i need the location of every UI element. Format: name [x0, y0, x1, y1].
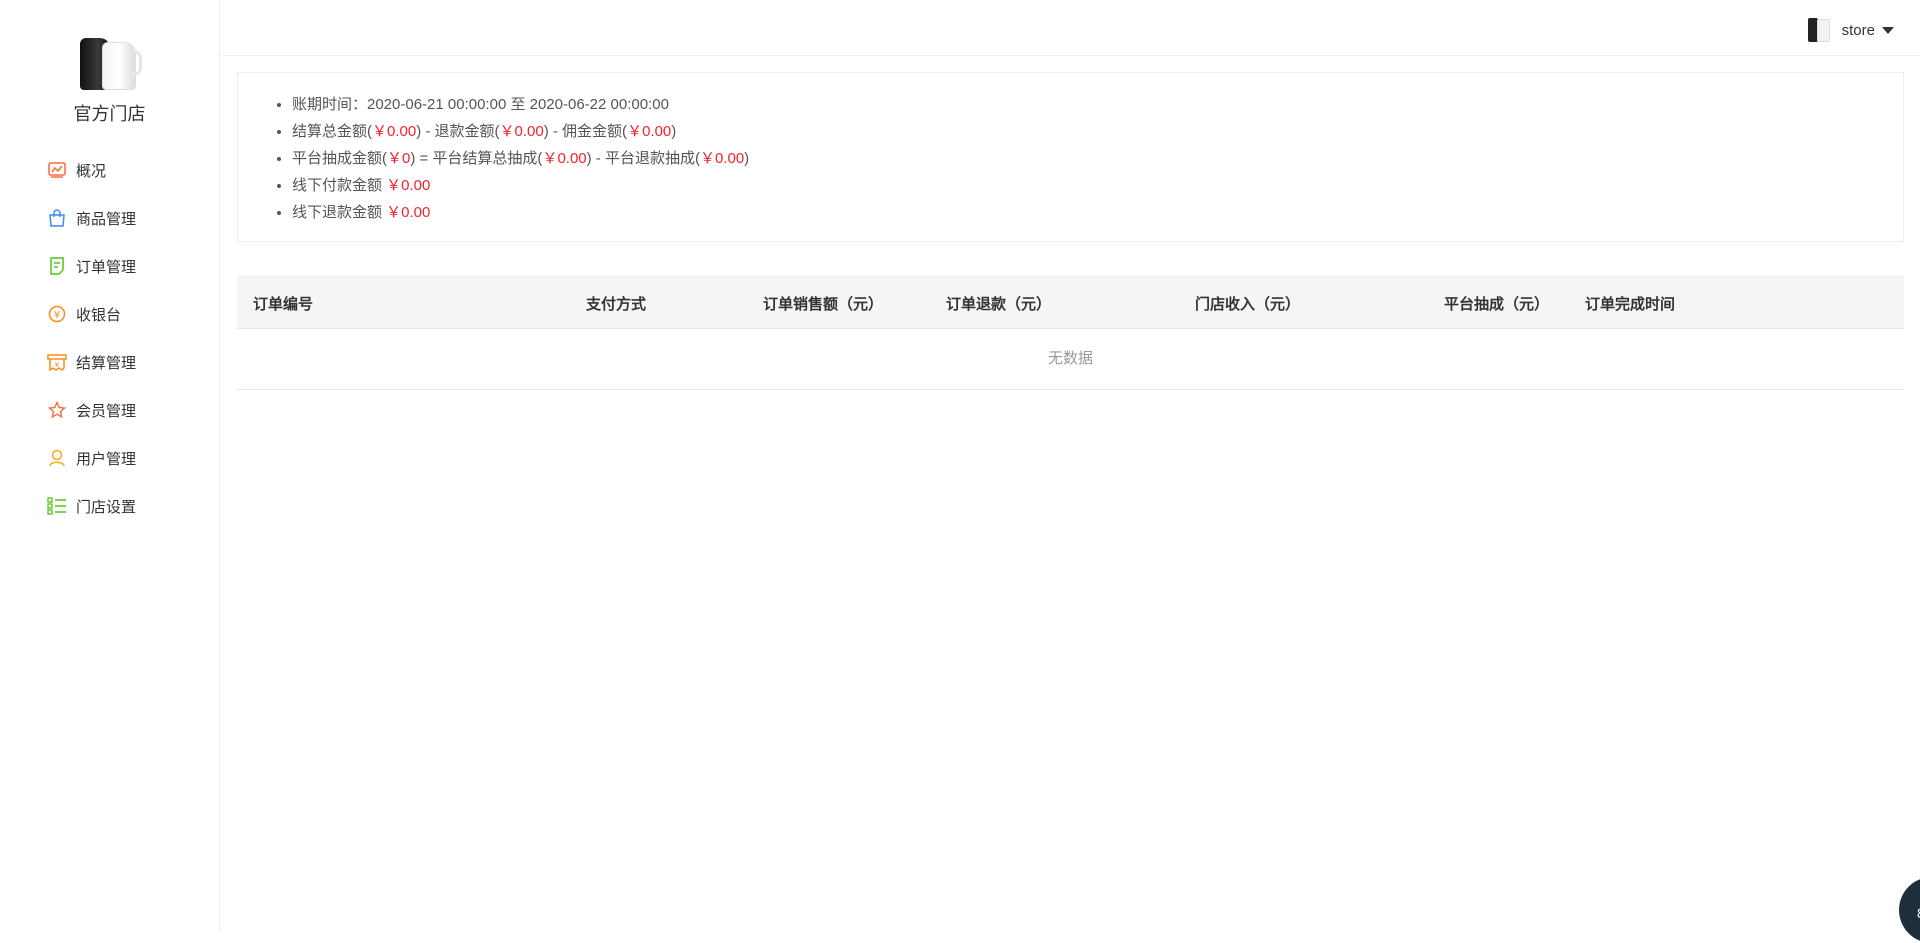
settlement-icon: ¥ [47, 352, 67, 372]
column-header-sales: 订单销售额（元） [763, 296, 884, 313]
sidebar-item-label: 订单管理 [76, 258, 137, 276]
chart-icon [47, 160, 67, 180]
sidebar-item-orders[interactable]: 订单管理 [0, 242, 219, 290]
offline-refund-value: ￥0.00 [386, 204, 431, 221]
sidebar-item-label: 商品管理 [76, 210, 137, 228]
username: store [1841, 21, 1875, 39]
sidebar-item-users[interactable]: 用户管理 [0, 434, 219, 482]
offline-refund-amount: 线下退款金额 ￥0.00 [292, 199, 1903, 226]
sidebar: 官方门店 概况 商品管理 订单管理 ¥ 收银台 ¥ 结算管理 会员管理 用户管理… [0, 0, 220, 932]
settlement-total-value: ￥0.00 [372, 123, 417, 140]
settlement-summary: 账期时间：2020-06-21 00:00:00 至 2020-06-22 00… [237, 72, 1904, 242]
column-header-refund: 订单退款（元） [946, 296, 1052, 313]
sidebar-item-store-settings[interactable]: 门店设置 [0, 482, 219, 530]
sidebar-item-products[interactable]: 商品管理 [0, 194, 219, 242]
user-icon [47, 448, 67, 468]
caret-down-icon [1882, 26, 1894, 34]
sidebar-item-label: 会员管理 [76, 402, 137, 420]
billing-period: 账期时间：2020-06-21 00:00:00 至 2020-06-22 00… [292, 91, 1903, 118]
member-icon [47, 400, 67, 420]
orders-table: 订单编号 支付方式 订单销售额（元） 订单退款（元） 门店收入（元） 平台抽成（… [237, 275, 1904, 390]
svg-text:¥: ¥ [54, 310, 60, 321]
sidebar-item-label: 收银台 [76, 306, 122, 324]
sidebar-item-label: 用户管理 [76, 450, 137, 468]
platform-refund-commission-value: ￥0.00 [699, 150, 745, 167]
empty-placeholder: 无数据 [237, 329, 1904, 390]
settlement-total-formula: 结算总金额(￥0.00) - 退款金额(￥0.00) - 佣金金额(￥0.00) [292, 118, 1903, 145]
settings-list-icon [47, 496, 67, 516]
column-header-payment-method: 支付方式 [586, 296, 647, 313]
refund-amount-value: ￥0.00 [499, 123, 544, 140]
offline-payment-amount: 线下付款金额 ￥0.00 [292, 172, 1903, 199]
cashier-icon: ¥ [47, 304, 67, 324]
sidebar-item-members[interactable]: 会员管理 [0, 386, 219, 434]
sidebar-item-label: 结算管理 [76, 354, 137, 372]
sidebar-item-settlement[interactable]: ¥ 结算管理 [0, 338, 219, 386]
bag-icon [47, 208, 67, 228]
sidebar-item-label: 概况 [76, 162, 107, 180]
platform-commission-formula: 平台抽成金额(￥0) = 平台结算总抽成(￥0.00) - 平台退款抽成(￥0.… [292, 145, 1903, 172]
order-icon [47, 256, 67, 276]
column-header-order-no: 订单编号 [253, 296, 314, 313]
svg-text:¥: ¥ [55, 361, 60, 369]
commission-amount-value: ￥0.00 [627, 123, 672, 140]
user-menu[interactable]: store [1807, 16, 1894, 44]
offline-payment-value: ￥0.00 [386, 177, 431, 194]
top-bar: store [221, 0, 1920, 56]
store-logo [72, 32, 148, 94]
table-header: 订单编号 支付方式 订单销售额（元） 订单退款（元） 门店收入（元） 平台抽成（… [237, 275, 1904, 329]
floating-chat-button[interactable]: 8 [1899, 877, 1920, 943]
store-logo-area: 官方门店 [0, 0, 219, 126]
store-name: 官方门店 [73, 104, 146, 124]
column-header-store-income: 门店收入（元） [1195, 296, 1301, 313]
sidebar-item-overview[interactable]: 概况 [0, 146, 219, 194]
column-header-platform-commission: 平台抽成（元） [1444, 296, 1550, 313]
sidebar-nav: 概况 商品管理 订单管理 ¥ 收银台 ¥ 结算管理 会员管理 用户管理 门店设置 [0, 146, 219, 530]
column-header-completion-time: 订单完成时间 [1585, 296, 1676, 313]
sidebar-item-label: 门店设置 [76, 498, 137, 516]
platform-settlement-commission-value: ￥0.00 [542, 150, 587, 167]
sidebar-item-cashier[interactable]: ¥ 收银台 [0, 290, 219, 338]
platform-commission-value: ￥0 [387, 150, 411, 167]
avatar [1807, 16, 1830, 44]
